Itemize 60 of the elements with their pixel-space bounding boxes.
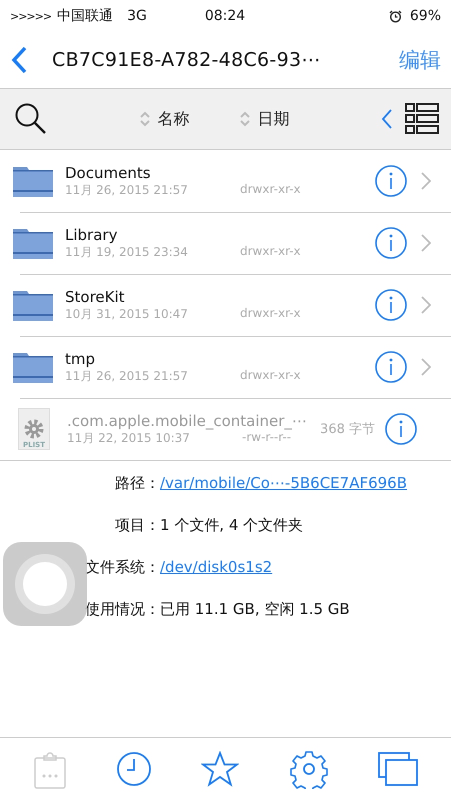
file-date: 11月 26, 2015 21:57 <box>65 368 189 384</box>
info-label: 路径： <box>114 474 160 492</box>
file-permissions: drwxr-xr-x <box>240 244 301 260</box>
file-name: StoreKit <box>65 288 126 306</box>
info-label: 文件系统： <box>84 558 160 576</box>
file-date: 11月 19, 2015 23:34 <box>65 244 189 260</box>
file-name: tmp <box>65 350 96 368</box>
info-icon[interactable] <box>375 165 407 197</box>
sort-button[interactable]: 名称 <box>140 108 190 130</box>
chevron-right-icon <box>421 172 431 190</box>
file-name: .com.apple.mobile_container_⋯ <box>67 412 308 430</box>
window-title: CB7C91E8-A782-48C6-93⋯ <box>52 49 322 71</box>
file-date: 11月 22, 2015 10:37 <box>67 430 191 446</box>
chevron-right-icon <box>421 358 431 376</box>
file-name: Library <box>65 226 118 244</box>
sort-icon <box>140 111 150 127</box>
info-value: 1 个文件, 4 个文件夹 <box>160 516 304 534</box>
folder-icon <box>13 227 53 259</box>
folder-icon <box>13 165 53 197</box>
folder-icon <box>13 351 53 383</box>
info-link[interactable]: /dev/disk0s1s2 <box>160 558 272 576</box>
info-value: 已用 11.1 GB, 空闲 1.5 GB <box>160 600 350 618</box>
file-permissions: drwxr-xr-x <box>240 306 301 322</box>
search-icon[interactable] <box>14 102 48 136</box>
signal-indicator: >>>>> <box>10 10 52 22</box>
star-tab[interactable] <box>201 751 240 787</box>
sort-button[interactable]: 日期 <box>240 108 290 130</box>
file-size: 368 字节 <box>320 421 375 438</box>
file-permissions: drwxr-xr-x <box>240 368 301 384</box>
status-time: 08:24 <box>204 8 246 24</box>
sort-icon <box>240 111 250 127</box>
folder-icon <box>13 289 53 321</box>
clock-tab[interactable] <box>116 751 152 787</box>
file-permissions: -rw-r--r-- <box>242 430 292 446</box>
info-icon[interactable] <box>385 413 417 445</box>
file-row[interactable]: Documents 11月 26, 2015 21:57 drwxr-xr-x <box>0 150 451 212</box>
file-row[interactable]: Library 11月 19, 2015 23:34 drwxr-xr-x <box>0 212 451 274</box>
info-icon[interactable] <box>375 289 407 321</box>
file-row[interactable]: tmp 11月 26, 2015 21:57 drwxr-xr-x <box>0 336 451 398</box>
info-link[interactable]: /var/mobile/Co⋯-5B6CE7AF696B <box>160 474 408 492</box>
list-view-icon[interactable] <box>405 103 439 135</box>
file-permissions: drwxr-xr-x <box>240 182 301 198</box>
info-icon[interactable] <box>375 227 407 259</box>
carrier-name: 中国联通 <box>57 7 114 25</box>
info-label: 使用情况： <box>84 600 160 618</box>
gear-tab[interactable] <box>288 749 329 789</box>
info-label: 项目： <box>114 516 160 534</box>
chevron-right-icon <box>421 296 431 314</box>
chevron-left-icon[interactable] <box>381 108 393 130</box>
alarm-icon <box>388 10 402 22</box>
file-date: 10月 31, 2015 10:47 <box>65 306 189 322</box>
file-date: 11月 26, 2015 21:57 <box>65 182 189 198</box>
file-name: Documents <box>65 164 152 182</box>
battery-level: 69% <box>410 8 441 24</box>
chevron-right-icon <box>421 234 431 252</box>
back-icon[interactable] <box>10 45 28 75</box>
file-row[interactable]: StoreKit 10月 31, 2015 10:47 drwxr-xr-x <box>0 274 451 336</box>
windows-tab[interactable] <box>378 752 418 786</box>
network-type: 3G <box>127 8 147 24</box>
info-icon[interactable] <box>375 351 407 383</box>
